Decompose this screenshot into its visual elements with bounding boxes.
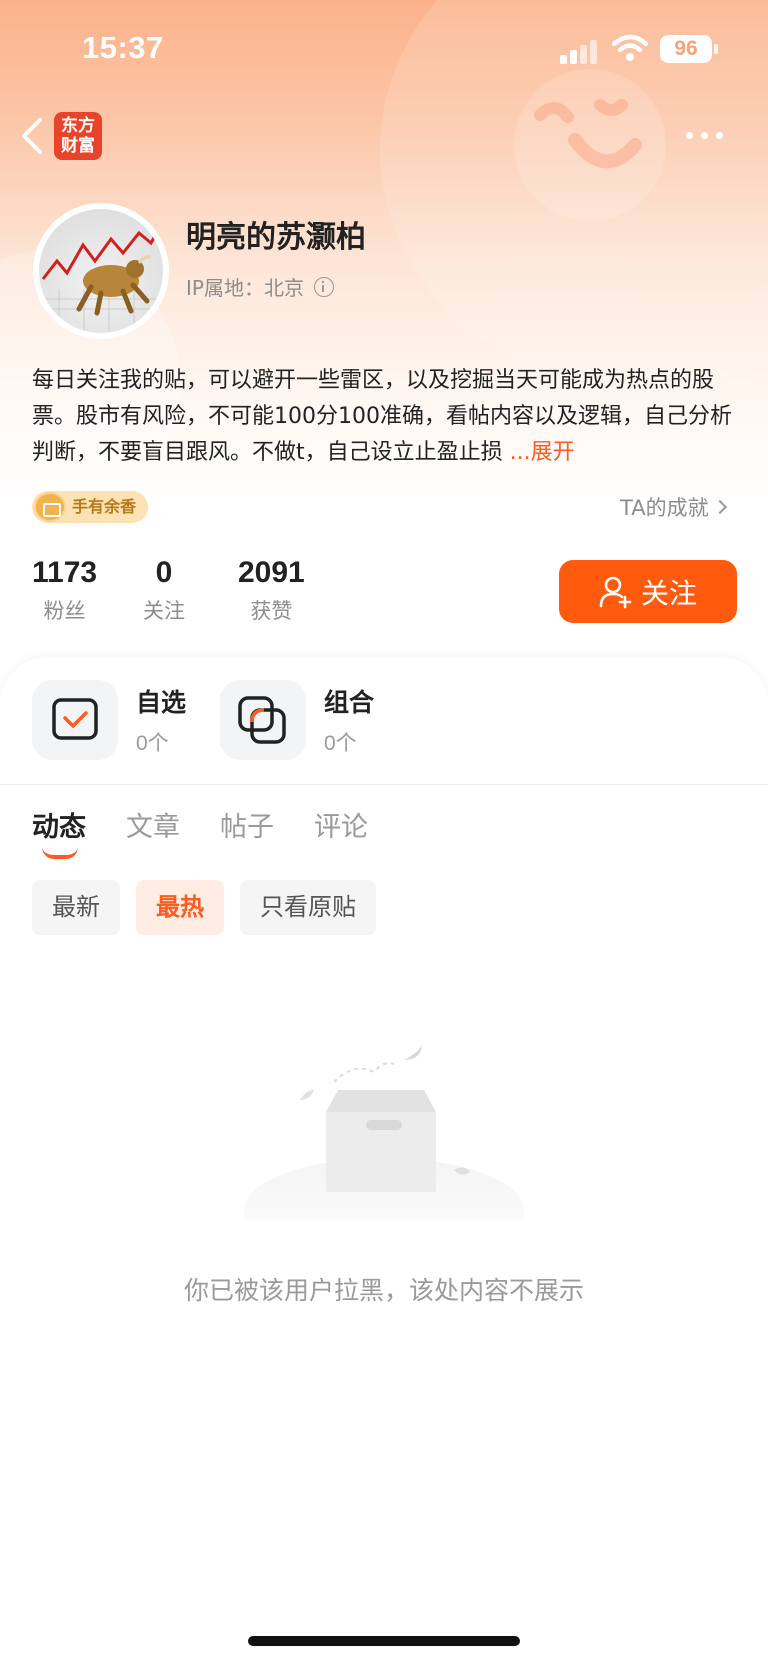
ip-label: IP属地：北京	[186, 276, 304, 300]
filter-latest[interactable]: 最新	[32, 880, 120, 935]
home-indicator[interactable]	[248, 1636, 520, 1646]
tab-label: 评论	[314, 812, 368, 843]
tool-title: 组合	[324, 688, 375, 717]
portfolio-icon	[220, 680, 306, 760]
tab-comments[interactable]: 评论	[314, 805, 368, 844]
section-divider	[0, 784, 768, 785]
cellular-signal-icon	[560, 38, 600, 64]
achievement-label: TA的成就	[620, 496, 709, 520]
stat-label: 关注	[143, 599, 185, 623]
tool-title: 自选	[136, 688, 187, 717]
stat-value: 0	[155, 556, 173, 589]
battery-level: 96	[660, 35, 712, 63]
info-icon[interactable]	[313, 276, 334, 297]
tab-articles[interactable]: 文章	[126, 805, 180, 844]
filter-original-only[interactable]: 只看原贴	[240, 880, 376, 935]
avatar[interactable]	[33, 203, 169, 339]
tool-count: 0个	[136, 732, 169, 755]
more-options-icon[interactable]	[680, 122, 728, 146]
empty-box-illustration	[244, 1046, 524, 1220]
tab-posts[interactable]: 帖子	[220, 805, 274, 844]
back-arrow-icon[interactable]	[18, 116, 48, 156]
follow-button[interactable]: 关注	[559, 560, 737, 623]
achievement-link[interactable]: TA的成就	[620, 492, 727, 522]
watchlist-entry[interactable]: 自选 0个	[32, 680, 186, 760]
battery-tip	[714, 44, 718, 54]
add-user-icon	[599, 576, 632, 608]
avatar-image	[39, 209, 163, 333]
bio-expand-link[interactable]: ...展开	[510, 440, 575, 465]
stat-following[interactable]: 0 关注	[143, 555, 185, 625]
badge-icon	[34, 492, 66, 522]
tab-feed[interactable]: 动态	[32, 805, 86, 859]
ip-location: IP属地：北京	[186, 272, 334, 301]
chevron-right-icon	[712, 499, 727, 515]
blocked-message: 你已被该用户拉黑，该处内容不展示	[183, 1276, 584, 1305]
eastmoney-logo[interactable]: 东方 财富	[54, 112, 102, 160]
status-bar: 15:37 96	[0, 0, 768, 100]
bull-chart-image	[39, 228, 163, 333]
stat-label: 获赞	[250, 599, 293, 623]
portfolio-entry[interactable]: 组合 0个	[220, 680, 374, 760]
username: 明亮的苏灏柏	[186, 220, 366, 255]
wifi-icon	[612, 34, 648, 61]
logo-line2: 财富	[61, 136, 95, 156]
status-time: 15:37	[82, 30, 164, 65]
badge-shouyouyuxiang[interactable]: 手有余香	[32, 491, 149, 523]
stat-likes[interactable]: 2091 获赞	[238, 555, 305, 625]
bio-text[interactable]: 每日关注我的贴，可以避开一些雷区，以及挖掘当天可能成为热点的股票。股市有风险，不…	[32, 363, 740, 471]
content-tabs: 动态 文章 帖子 评论	[32, 805, 408, 859]
tab-label: 动态	[32, 812, 86, 843]
follow-label: 关注	[640, 576, 697, 610]
logo-line1: 东方	[61, 116, 95, 136]
badge-label: 手有余香	[72, 497, 137, 516]
watchlist-icon	[32, 680, 118, 760]
stat-value: 2091	[238, 556, 305, 589]
stat-value: 1173	[32, 556, 98, 589]
stat-followers[interactable]: 1173 粉丝	[32, 555, 97, 625]
filter-hottest[interactable]: 最热	[136, 880, 224, 935]
tab-label: 帖子	[220, 812, 274, 843]
bio-content: 每日关注我的贴，可以避开一些雷区，以及挖掘当天可能成为热点的股票。股市有风险，不…	[32, 368, 732, 465]
tab-label: 文章	[126, 812, 180, 843]
tool-count: 0个	[324, 732, 357, 755]
stat-label: 粉丝	[43, 599, 86, 623]
filter-chips: 最新 最热 只看原贴	[32, 880, 392, 935]
